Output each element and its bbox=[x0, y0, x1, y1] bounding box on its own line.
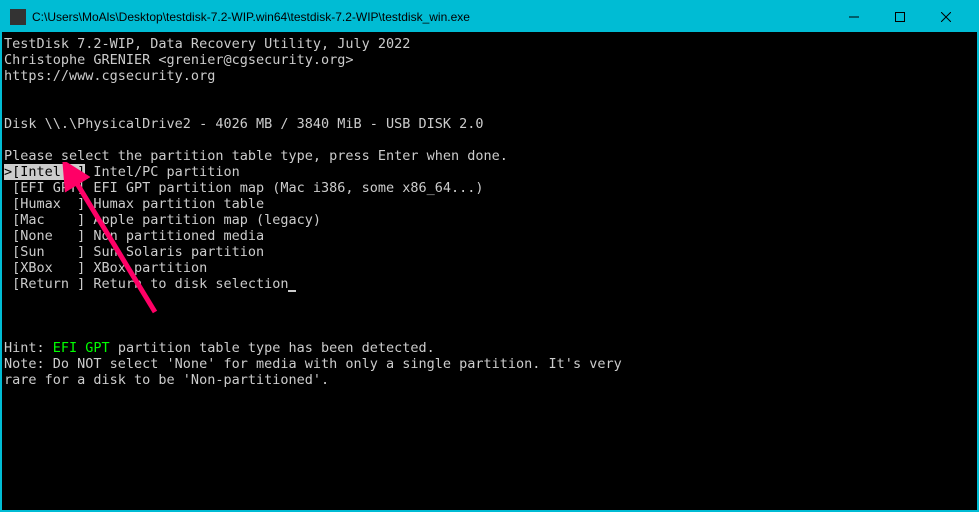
option-return-key[interactable]: [Return ] bbox=[4, 276, 85, 292]
option-sun-desc: Sun Solaris partition bbox=[85, 244, 264, 260]
minimize-button[interactable] bbox=[831, 2, 877, 32]
window-title: C:\Users\MoAls\Desktop\testdisk-7.2-WIP.… bbox=[32, 10, 831, 24]
window-controls bbox=[831, 2, 969, 32]
option-efigpt-desc: EFI GPT partition map (Mac i386, some x8… bbox=[85, 180, 483, 196]
option-intel-key[interactable]: >[Intel ] bbox=[4, 164, 85, 180]
option-humax-key[interactable]: [Humax ] bbox=[4, 196, 85, 212]
option-mac-key[interactable]: [Mac ] bbox=[4, 212, 85, 228]
app-window: C:\Users\MoAls\Desktop\testdisk-7.2-WIP.… bbox=[0, 0, 979, 512]
titlebar[interactable]: C:\Users\MoAls\Desktop\testdisk-7.2-WIP.… bbox=[2, 2, 977, 32]
terminal-output[interactable]: TestDisk 7.2-WIP, Data Recovery Utility,… bbox=[2, 32, 977, 510]
cursor bbox=[288, 290, 296, 292]
option-return-desc: Return to disk selection bbox=[85, 276, 288, 292]
app-icon bbox=[10, 9, 26, 25]
option-xbox-key[interactable]: [XBox ] bbox=[4, 260, 85, 276]
option-mac-desc: Apple partition map (legacy) bbox=[85, 212, 321, 228]
disk-info: Disk \\.\PhysicalDrive2 - 4026 MB / 3840… bbox=[4, 116, 484, 132]
header-line-1: TestDisk 7.2-WIP, Data Recovery Utility,… bbox=[4, 36, 410, 52]
header-line-3: https://www.cgsecurity.org bbox=[4, 68, 215, 84]
option-efigpt-key[interactable]: [EFI GPT] bbox=[4, 180, 85, 196]
option-intel-desc: Intel/PC partition bbox=[85, 164, 239, 180]
close-button[interactable] bbox=[923, 2, 969, 32]
hint-suffix: partition table type has been detected. bbox=[110, 340, 435, 356]
note-text: Note: Do NOT select 'None' for media wit… bbox=[4, 356, 622, 388]
option-none-desc: Non partitioned media bbox=[85, 228, 264, 244]
hint-detected: EFI GPT bbox=[53, 340, 110, 356]
prompt-text: Please select the partition table type, … bbox=[4, 148, 508, 164]
hint-prefix: Hint: bbox=[4, 340, 53, 356]
header-line-2: Christophe GRENIER <grenier@cgsecurity.o… bbox=[4, 52, 354, 68]
option-humax-desc: Humax partition table bbox=[85, 196, 264, 212]
option-xbox-desc: XBox partition bbox=[85, 260, 207, 276]
maximize-button[interactable] bbox=[877, 2, 923, 32]
option-sun-key[interactable]: [Sun ] bbox=[4, 244, 85, 260]
option-none-key[interactable]: [None ] bbox=[4, 228, 85, 244]
